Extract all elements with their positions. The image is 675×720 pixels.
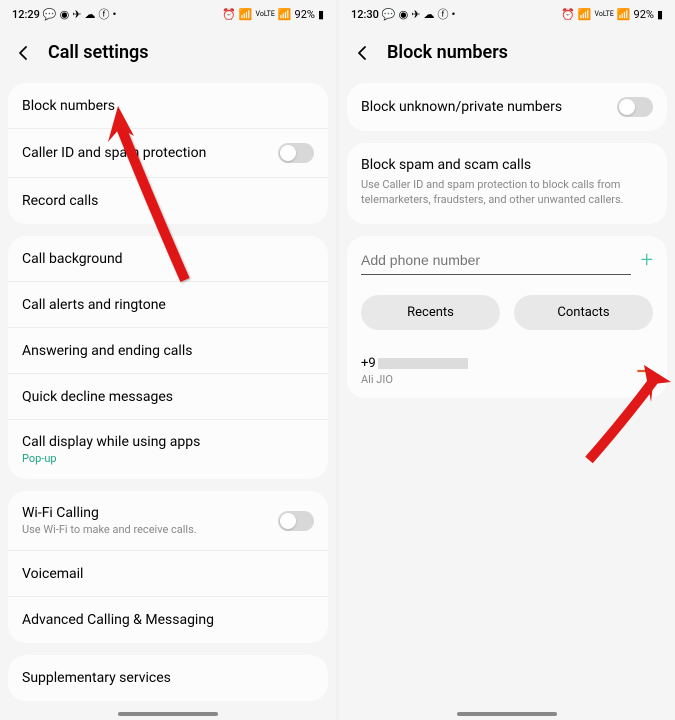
redacted-number [378, 358, 468, 369]
add-number-section: + Recents Contacts +9 Ali JIO − [347, 236, 667, 398]
row-supplementary[interactable]: Supplementary services [8, 655, 328, 701]
wifi-icon: 📶 [239, 8, 253, 21]
row-label: Supplementary services [22, 670, 171, 686]
status-time: 12:29 [12, 8, 40, 21]
battery-pct: 92% [634, 8, 654, 21]
row-label: Call alerts and ringtone [22, 297, 166, 313]
signal-icon: 📶 [617, 8, 631, 21]
telegram-icon: ✈ [72, 8, 81, 21]
block-spam-section: Block spam and scam calls Use Caller ID … [347, 143, 667, 224]
row-record-calls[interactable]: Record calls [8, 178, 328, 224]
call-settings-screen: 12:29 💬 ◉ ✈ ☁ ⓕ • ⏰ 📶 VoLTE 📶 92% ▮ Call… [0, 0, 336, 720]
blocked-name: Ali JIO [361, 373, 468, 386]
status-bar: 12:30 💬 ◉ ✈ ☁ ⓕ • ⏰ 📶 VoLTE 📶 92% ▮ [339, 0, 675, 26]
add-number-button[interactable]: + [641, 248, 653, 273]
row-quick-decline[interactable]: Quick decline messages [8, 374, 328, 420]
blocked-number-item: +9 Ali JIO − [347, 344, 667, 398]
msg-icon: 💬 [43, 8, 57, 21]
row-label: Call background [22, 251, 123, 267]
recents-button[interactable]: Recents [361, 295, 500, 330]
block-unknown-toggle[interactable] [617, 97, 653, 117]
row-sublabel: Use Wi-Fi to make and receive calls. [22, 523, 197, 536]
row-call-display[interactable]: Call display while using apps Pop-up [8, 420, 328, 479]
back-button[interactable] [14, 43, 34, 63]
block-numbers-screen: 12:30 💬 ◉ ✈ ☁ ⓕ • ⏰ 📶 VoLTE 📶 92% ▮ Bloc… [339, 0, 675, 720]
block-unknown-section: Block unknown/private numbers [347, 83, 667, 131]
row-wifi-calling[interactable]: Wi-Fi Calling Use Wi-Fi to make and rece… [8, 491, 328, 551]
phone-number-input[interactable] [361, 246, 631, 275]
cloud-icon: ☁ [84, 8, 95, 21]
settings-section-3: Wi-Fi Calling Use Wi-Fi to make and rece… [8, 491, 328, 643]
row-block-numbers[interactable]: Block numbers [8, 83, 328, 129]
row-label: Record calls [22, 193, 98, 209]
row-label: Wi-Fi Calling [22, 505, 197, 521]
row-label: Voicemail [22, 566, 83, 582]
row-label: Quick decline messages [22, 389, 173, 405]
msg-icon: 💬 [382, 8, 396, 21]
alarm-icon: ⏰ [561, 8, 575, 21]
wifi-calling-toggle[interactable] [278, 511, 314, 531]
battery-icon: ▮ [318, 8, 324, 21]
row-block-spam[interactable]: Block spam and scam calls Use Caller ID … [347, 143, 667, 224]
record-icon: ◉ [60, 8, 70, 21]
fb-icon: ⓕ [98, 6, 109, 22]
volte-icon: VoLTE [595, 10, 614, 18]
wifi-icon: 📶 [578, 8, 592, 21]
status-bar: 12:29 💬 ◉ ✈ ☁ ⓕ • ⏰ 📶 VoLTE 📶 92% ▮ [0, 0, 336, 26]
signal-icon: 📶 [278, 8, 292, 21]
settings-section-2: Call background Call alerts and ringtone… [8, 236, 328, 479]
page-title: Call settings [48, 42, 149, 63]
row-label: Advanced Calling & Messaging [22, 612, 214, 628]
row-label: Block numbers [22, 98, 115, 114]
row-voicemail[interactable]: Voicemail [8, 551, 328, 597]
contacts-button[interactable]: Contacts [514, 295, 653, 330]
caller-id-toggle[interactable] [278, 143, 314, 163]
status-time: 12:30 [351, 8, 379, 21]
row-answering[interactable]: Answering and ending calls [8, 328, 328, 374]
row-call-background[interactable]: Call background [8, 236, 328, 282]
page-title: Block numbers [387, 42, 508, 63]
row-advanced-calling[interactable]: Advanced Calling & Messaging [8, 597, 328, 643]
battery-pct: 92% [295, 8, 315, 21]
fb-icon: ⓕ [437, 6, 448, 22]
back-button[interactable] [353, 43, 373, 63]
row-label: Caller ID and spam protection [22, 145, 206, 161]
alarm-icon: ⏰ [222, 8, 236, 21]
remove-button[interactable]: − [630, 359, 653, 383]
row-block-unknown[interactable]: Block unknown/private numbers [347, 83, 667, 131]
nav-bar [118, 712, 218, 716]
row-caller-id[interactable]: Caller ID and spam protection [8, 129, 328, 178]
header: Call settings [0, 26, 336, 83]
blocked-number: +9 [361, 356, 468, 371]
row-label: Call display while using apps [22, 434, 200, 450]
nav-bar [457, 712, 557, 716]
row-sublabel: Pop-up [22, 452, 200, 465]
cloud-icon: ☁ [423, 8, 434, 21]
volte-icon: VoLTE [256, 10, 275, 18]
settings-section-1: Block numbers Caller ID and spam protect… [8, 83, 328, 224]
more-icon: • [451, 8, 455, 21]
telegram-icon: ✈ [411, 8, 420, 21]
settings-section-4: Supplementary services [8, 655, 328, 701]
more-icon: • [112, 8, 116, 21]
record-icon: ◉ [399, 8, 409, 21]
row-call-alerts[interactable]: Call alerts and ringtone [8, 282, 328, 328]
row-label: Block spam and scam calls [361, 157, 653, 173]
row-label: Block unknown/private numbers [361, 99, 562, 115]
row-label: Answering and ending calls [22, 343, 192, 359]
row-description: Use Caller ID and spam protection to blo… [361, 177, 653, 208]
header: Block numbers [339, 26, 675, 83]
battery-icon: ▮ [657, 8, 663, 21]
